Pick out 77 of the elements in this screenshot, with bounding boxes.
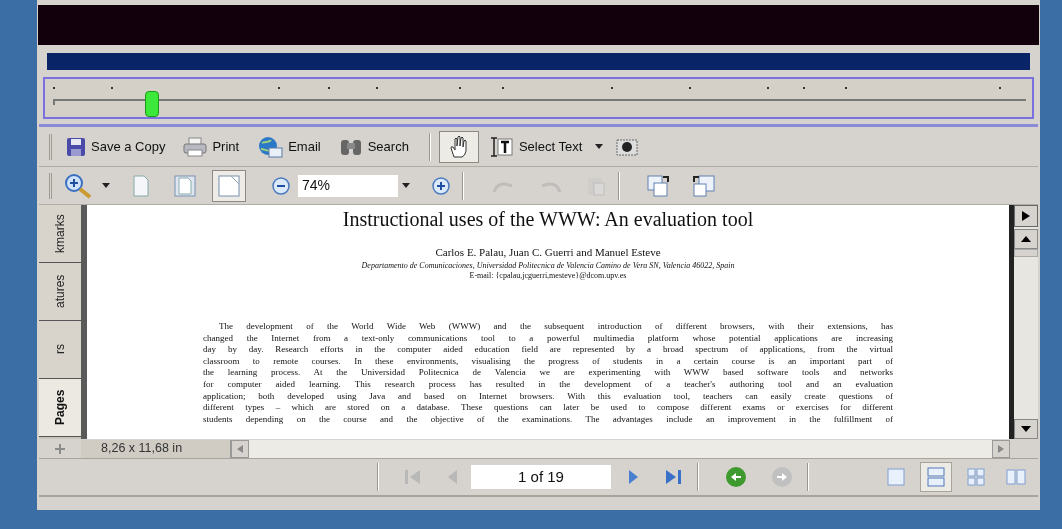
tick-mark xyxy=(459,87,461,89)
up-arrow-icon xyxy=(1021,236,1031,242)
paragraph-line: different types – which are stored on a database. These questions can later be used to compose different exams or exercises for different xyxy=(203,402,893,414)
zoom-field[interactable]: 74% xyxy=(298,174,398,197)
paragraph-line: changed the Internet from a text-only communications tool to a powerful multimedia platform whose potential applications are increasing xyxy=(203,332,893,345)
tick-mark xyxy=(689,87,691,89)
save-copy-button[interactable]: Save a Copy xyxy=(60,131,172,162)
print-button[interactable]: Print xyxy=(177,131,246,162)
document-title: Instructional uses of the WWW: An evaluation tool xyxy=(342,207,754,231)
page-icon xyxy=(132,174,150,197)
zoom-in-icon xyxy=(64,172,94,199)
rotate-page-icon xyxy=(646,173,670,198)
scroll-down-button[interactable] xyxy=(1014,419,1038,439)
scroll-left-button[interactable] xyxy=(231,439,249,458)
scroll-thumb[interactable] xyxy=(1014,249,1038,257)
side-tab[interactable]: atures xyxy=(39,263,81,321)
page-size-label: 8,26 x 11,68 in xyxy=(81,439,231,458)
continuous-button[interactable] xyxy=(920,462,952,492)
zoom-out-icon xyxy=(272,176,290,195)
fit-width-button[interactable] xyxy=(212,169,246,202)
rotate-page-icon xyxy=(692,173,716,198)
vertical-scrollbar[interactable] xyxy=(1014,205,1038,439)
paragraph-line: application; both developed using Java and based on Internet browsers. With this evaluation tool, teachers can easily create questions of xyxy=(203,390,893,403)
search-button[interactable]: Search xyxy=(332,131,415,162)
side-tab[interactable]: kmarks xyxy=(39,205,81,263)
globe-envelope-icon xyxy=(257,135,284,158)
paragraph-line: day by day. Research efforts in the computer aided education field are represented by a broad spectrum of applications, from the virtual xyxy=(203,344,893,356)
grip-icon xyxy=(55,443,65,454)
tick-mark xyxy=(803,87,805,89)
two-pages-icon xyxy=(1006,469,1026,485)
affiliation-text: Departamento de Comunicaciones, Universidad Politecnica de Valencia Camino de Vera SN, Valencia 46022, Spain xyxy=(361,261,735,271)
caret-icon xyxy=(102,182,110,189)
hand-icon xyxy=(447,134,470,159)
page-fit-icon xyxy=(174,174,196,197)
tick-mark xyxy=(328,87,330,89)
email-text: E-mail: {cpalau,jcguerri,mesteve}@dcom.upv.es xyxy=(469,271,627,281)
paragraph-line: the learning process. At the Universidad Politecnica de Valencia we are experimenting with WWW based software tools and networks xyxy=(203,367,893,379)
tick-mark xyxy=(502,87,504,89)
paragraph-line: classroom to remote courses. In these environments, visualising the progress of students in a certain course is an important part of xyxy=(203,355,893,368)
tick-mark xyxy=(278,87,280,89)
continuous-pages-icon xyxy=(927,467,945,487)
panel-toggle-button[interactable] xyxy=(1014,205,1038,227)
paragraph-line: students depending on the course and the objective of the examinations. The advantages include an improvement in the fulfillment of xyxy=(203,413,893,426)
tick-mark xyxy=(767,87,769,89)
scroll-right-button[interactable] xyxy=(992,439,1010,458)
down-arrow-icon xyxy=(1021,426,1031,432)
zoom-in-icon xyxy=(432,176,450,195)
camera-icon xyxy=(616,136,639,157)
hand-tool-button[interactable] xyxy=(438,130,479,163)
slider-thumb[interactable] xyxy=(145,91,160,117)
tick-mark xyxy=(111,87,113,89)
scroll-up-button[interactable] xyxy=(1014,229,1038,249)
select-text-button[interactable]: Select Text xyxy=(478,130,592,163)
paragraph-line: for computer aided learning. This research process has resulted in the development of a teacher's authoring tool and an evaluation xyxy=(203,378,893,391)
page-number-field[interactable]: 1 of 19 xyxy=(471,465,611,489)
first-page-icon xyxy=(403,468,423,486)
right-arrow-icon xyxy=(1022,211,1030,221)
page-width-icon xyxy=(218,174,240,197)
tick-mark xyxy=(845,87,847,89)
last-page-icon xyxy=(663,468,683,486)
caret-icon xyxy=(595,143,604,150)
caret-icon xyxy=(402,182,410,189)
printer-icon xyxy=(183,136,208,157)
email-button[interactable]: Email xyxy=(251,131,327,162)
horizontal-scrollbar[interactable] xyxy=(249,439,992,458)
left-arrow-icon xyxy=(237,444,243,453)
tick-mark xyxy=(611,87,613,89)
single-page-icon xyxy=(887,468,905,486)
tick-mark xyxy=(999,87,1001,89)
side-tab[interactable]: rs xyxy=(39,321,81,379)
paragraph-line: The development of the World Wide Web (WWW) and the subsequent introduction of different browsers, with their extensions, has xyxy=(218,321,893,333)
right-arrow-icon xyxy=(998,444,1004,453)
tick-mark xyxy=(376,87,378,89)
four-pages-icon xyxy=(967,468,985,486)
side-tab[interactable]: Pages xyxy=(39,379,81,437)
author-names: Carlos E. Palau, Juan C. Guerri and Manuel Esteve xyxy=(435,245,661,259)
tick-mark xyxy=(53,87,55,89)
